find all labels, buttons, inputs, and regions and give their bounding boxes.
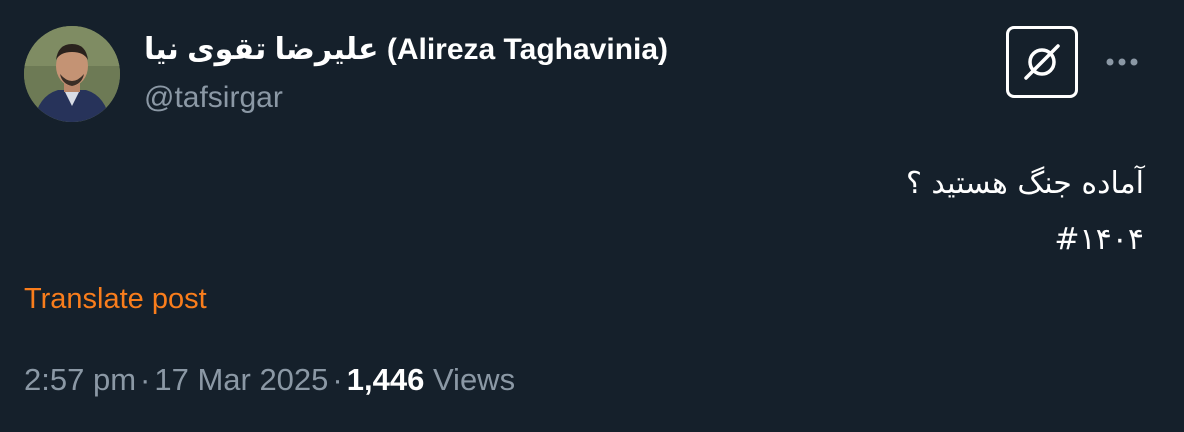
more-options-button[interactable] bbox=[1100, 44, 1144, 80]
meta-separator: · bbox=[140, 362, 151, 397]
more-icon bbox=[1106, 58, 1138, 66]
post-meta: 2:57 pm · 17 Mar 2025 · 1,446 Views bbox=[24, 360, 515, 400]
post-text: آماده جنگ هستید ؟ #۱۴۰۴ bbox=[444, 156, 1144, 268]
post-time[interactable]: 2:57 pm bbox=[24, 362, 136, 397]
post-hashtag[interactable]: #۱۴۰۴ bbox=[444, 212, 1144, 268]
translate-post-link[interactable]: Translate post bbox=[24, 280, 207, 318]
grok-icon bbox=[1024, 44, 1060, 80]
post-date[interactable]: 17 Mar 2025 bbox=[154, 362, 328, 397]
avatar[interactable] bbox=[24, 26, 120, 122]
post-text-line: آماده جنگ هستید ؟ bbox=[905, 166, 1144, 201]
avatar-image bbox=[24, 26, 120, 122]
grok-button[interactable] bbox=[1006, 26, 1078, 98]
tweet: علیرضا تقوی نیا (Alireza Taghavinia) @ta… bbox=[0, 0, 1184, 432]
views-label: Views bbox=[432, 362, 516, 397]
meta-separator: · bbox=[332, 362, 343, 397]
views-count[interactable]: 1,446 bbox=[347, 362, 425, 397]
author-display-name[interactable]: علیرضا تقوی نیا (Alireza Taghavinia) bbox=[144, 30, 668, 70]
author-handle[interactable]: @tafsirgar bbox=[144, 78, 283, 118]
